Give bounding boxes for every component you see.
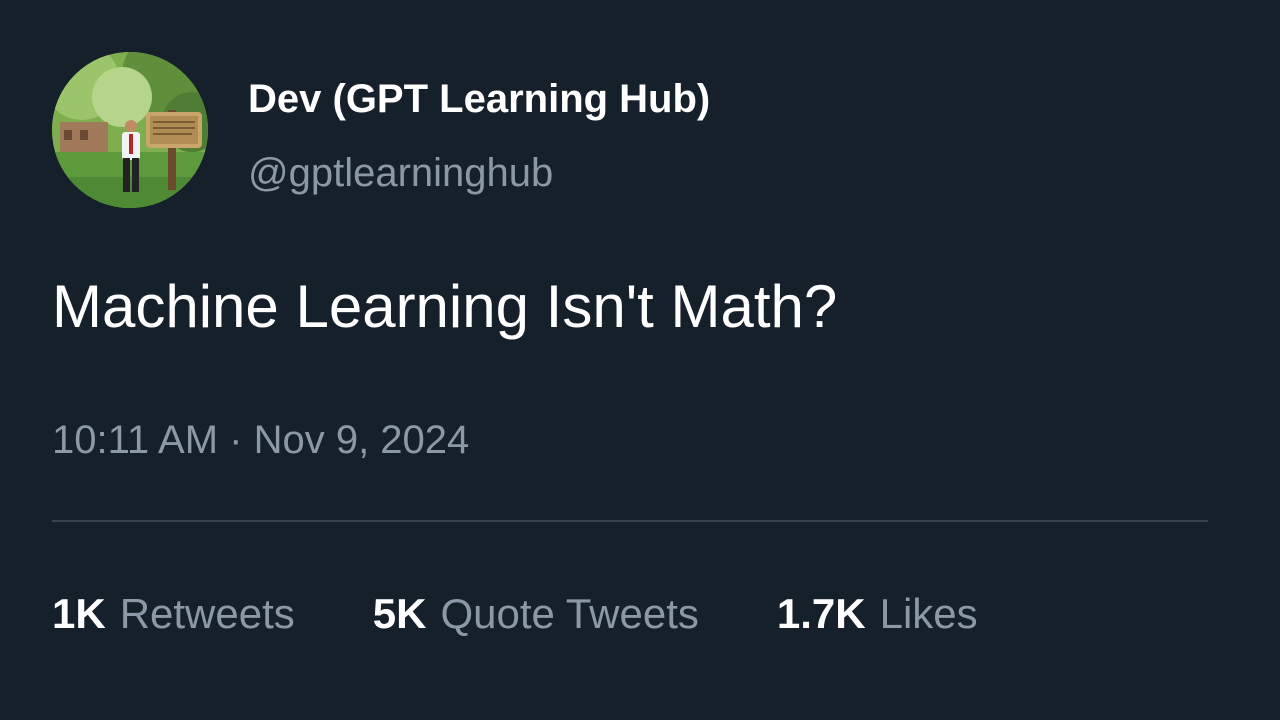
author-display-name[interactable]: Dev (GPT Learning Hub)	[248, 72, 710, 126]
retweets-count: 1K	[52, 590, 106, 637]
likes-count: 1.7K	[776, 590, 866, 637]
quote-tweets-count: 5K	[372, 590, 427, 637]
tweet-card: Dev (GPT Learning Hub) @gptlearninghub M…	[0, 0, 1280, 720]
likes-label: Likes	[879, 590, 978, 637]
quote-tweets-stat[interactable]: 5K Quote Tweets	[373, 586, 699, 642]
retweets-stat[interactable]: 1K Retweets	[52, 586, 295, 642]
likes-stat[interactable]: 1.7K Likes	[777, 586, 978, 642]
retweets-label: Retweets	[119, 590, 295, 637]
tweet-timestamp[interactable]: 10:11 AM · Nov 9, 2024	[52, 414, 469, 466]
tweet-text: Machine Learning Isn't Math?	[52, 273, 838, 340]
divider	[52, 520, 1208, 522]
avatar[interactable]	[52, 52, 208, 208]
quote-tweets-label: Quote Tweets	[440, 590, 699, 637]
profile-photo-icon	[52, 52, 208, 208]
tweet-stats: 1K Retweets 5K Quote Tweets 1.7K Likes	[52, 586, 978, 642]
author-handle[interactable]: @gptlearninghub	[248, 146, 553, 200]
